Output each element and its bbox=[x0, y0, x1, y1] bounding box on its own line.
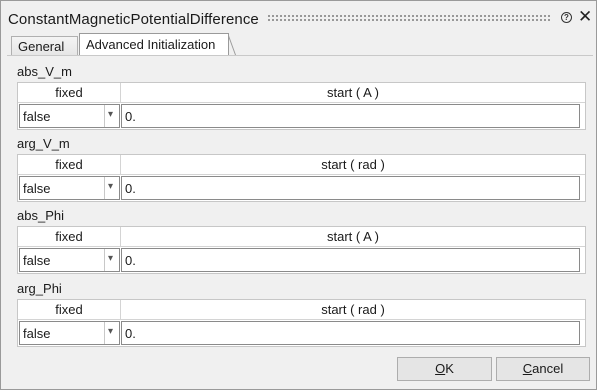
tab-general[interactable]: General bbox=[11, 36, 78, 55]
column-header-fixed: fixed bbox=[18, 155, 121, 175]
start-value: 0. bbox=[125, 109, 136, 124]
param-table-abs-phi: fixed start ( A ) false ▾ 0. bbox=[17, 226, 586, 274]
start-input[interactable]: 0. bbox=[121, 176, 580, 200]
fixed-dropdown[interactable]: false ▾ bbox=[19, 321, 120, 345]
close-icon[interactable]: ✕ bbox=[578, 8, 592, 25]
column-header-start: start ( rad ) bbox=[121, 300, 585, 320]
tab-content: abs_V_m fixed start ( A ) false ▾ 0. arg… bbox=[7, 56, 593, 351]
param-table-abs-v-m: fixed start ( A ) false ▾ 0. bbox=[17, 82, 586, 130]
fixed-dropdown[interactable]: false ▾ bbox=[19, 104, 120, 128]
param-table-arg-phi: fixed start ( rad ) false ▾ 0. bbox=[17, 299, 586, 347]
ok-label-rest: K bbox=[445, 361, 454, 376]
chevron-down-icon: ▾ bbox=[108, 181, 114, 192]
group-label-arg-phi: arg_Phi bbox=[17, 281, 62, 296]
window-title: ConstantMagneticPotentialDifference bbox=[8, 11, 259, 28]
fixed-value: false bbox=[23, 326, 51, 341]
column-header-start: start ( rad ) bbox=[121, 155, 585, 175]
column-header-fixed: fixed bbox=[18, 300, 121, 320]
start-input[interactable]: 0. bbox=[121, 321, 580, 345]
start-value: 0. bbox=[125, 181, 136, 196]
column-header-start: start ( A ) bbox=[121, 83, 585, 103]
column-header-fixed: fixed bbox=[18, 83, 121, 103]
chevron-down-icon: ▾ bbox=[108, 326, 114, 337]
fixed-dropdown[interactable]: false ▾ bbox=[19, 248, 120, 272]
group-label-abs-v-m: abs_V_m bbox=[17, 64, 72, 79]
cancel-mnemonic: C bbox=[522, 361, 533, 376]
dropdown-button[interactable]: ▾ bbox=[104, 322, 119, 344]
cancel-label-rest: ancel bbox=[532, 361, 564, 376]
column-header-start: start ( A ) bbox=[121, 227, 585, 247]
fixed-value: false bbox=[23, 109, 51, 124]
start-input[interactable]: 0. bbox=[121, 248, 580, 272]
param-table-arg-v-m: fixed start ( rad ) false ▾ 0. bbox=[17, 154, 586, 202]
dialog-window: ConstantMagneticPotentialDifference ? ✕ … bbox=[0, 0, 597, 390]
ok-mnemonic: O bbox=[435, 361, 446, 376]
group-label-arg-v-m: arg_V_m bbox=[17, 136, 70, 151]
column-header-fixed: fixed bbox=[18, 227, 121, 247]
ok-button[interactable]: OK bbox=[397, 357, 492, 381]
fixed-value: false bbox=[23, 181, 51, 196]
help-icon[interactable]: ? bbox=[561, 12, 572, 23]
start-value: 0. bbox=[125, 253, 136, 268]
tab-advanced-initialization[interactable]: Advanced Initialization bbox=[79, 33, 229, 55]
drag-grip[interactable] bbox=[267, 14, 552, 22]
title-bar[interactable]: ConstantMagneticPotentialDifference ? ✕ bbox=[1, 1, 596, 33]
dropdown-button[interactable]: ▾ bbox=[104, 105, 119, 127]
cancel-button[interactable]: Cancel bbox=[496, 357, 590, 381]
fixed-dropdown[interactable]: false ▾ bbox=[19, 176, 120, 200]
tab-bar: General Advanced Initialization bbox=[7, 33, 593, 55]
dropdown-button[interactable]: ▾ bbox=[104, 177, 119, 199]
fixed-value: false bbox=[23, 253, 51, 268]
start-value: 0. bbox=[125, 326, 136, 341]
dropdown-button[interactable]: ▾ bbox=[104, 249, 119, 271]
start-input[interactable]: 0. bbox=[121, 104, 580, 128]
chevron-down-icon: ▾ bbox=[108, 253, 114, 264]
chevron-down-icon: ▾ bbox=[108, 109, 114, 120]
group-label-abs-phi: abs_Phi bbox=[17, 208, 64, 223]
